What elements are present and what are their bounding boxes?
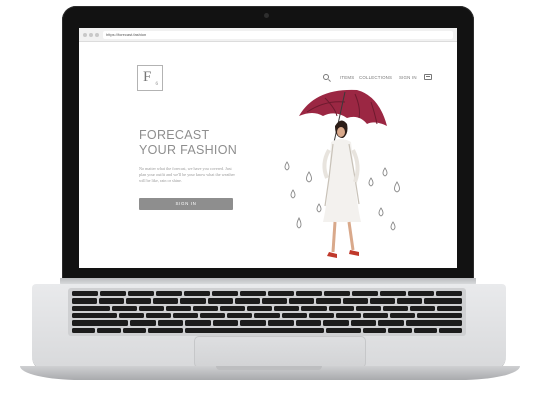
woman-figure — [322, 120, 361, 258]
window-minimize-icon[interactable] — [89, 33, 93, 37]
keyboard — [72, 291, 463, 333]
keyboard-row-home — [72, 312, 462, 319]
laptop-lid: https://forecast.fashion F 6 ITEMS COLLE… — [62, 6, 474, 280]
search-icon[interactable] — [323, 74, 329, 80]
logo-letter: F — [143, 69, 152, 85]
logo-subscript: 6 — [155, 82, 159, 87]
headline-line-2: YOUR FASHION — [139, 143, 238, 157]
keyboard-row-number — [72, 298, 463, 304]
nav-signin-link[interactable]: SIGN IN — [399, 75, 417, 80]
nav-items-link[interactable]: ITEMS — [340, 75, 354, 80]
keyboard-row-top — [72, 305, 463, 311]
headline-line-1: FORECAST — [139, 128, 210, 142]
laptop-screen: https://forecast.fashion F 6 ITEMS COLLE… — [79, 28, 457, 268]
keyboard-row-bottom — [72, 320, 463, 326]
hero-body-text: No matter what the forecast, we have you… — [139, 166, 235, 183]
window-maximize-icon[interactable] — [95, 33, 99, 37]
keyboard-row-fn — [72, 291, 462, 297]
lid-notch — [216, 366, 322, 370]
hero-illustration — [284, 89, 400, 258]
window-close-icon[interactable] — [83, 33, 87, 37]
hero-headline: FORECAST YOUR FASHION — [139, 128, 289, 158]
cart-icon[interactable] — [424, 74, 432, 80]
camera — [264, 13, 269, 18]
trackpad[interactable] — [194, 336, 366, 368]
sign-in-button[interactable]: SIGN IN — [139, 198, 233, 210]
keyboard-row-space — [72, 327, 462, 333]
browser-toolbar: https://forecast.fashion — [79, 28, 457, 42]
nav-collections-link[interactable]: COLLECTIONS — [359, 75, 392, 80]
address-bar[interactable]: https://forecast.fashion — [103, 31, 453, 39]
site-logo[interactable]: F 6 — [137, 65, 163, 91]
